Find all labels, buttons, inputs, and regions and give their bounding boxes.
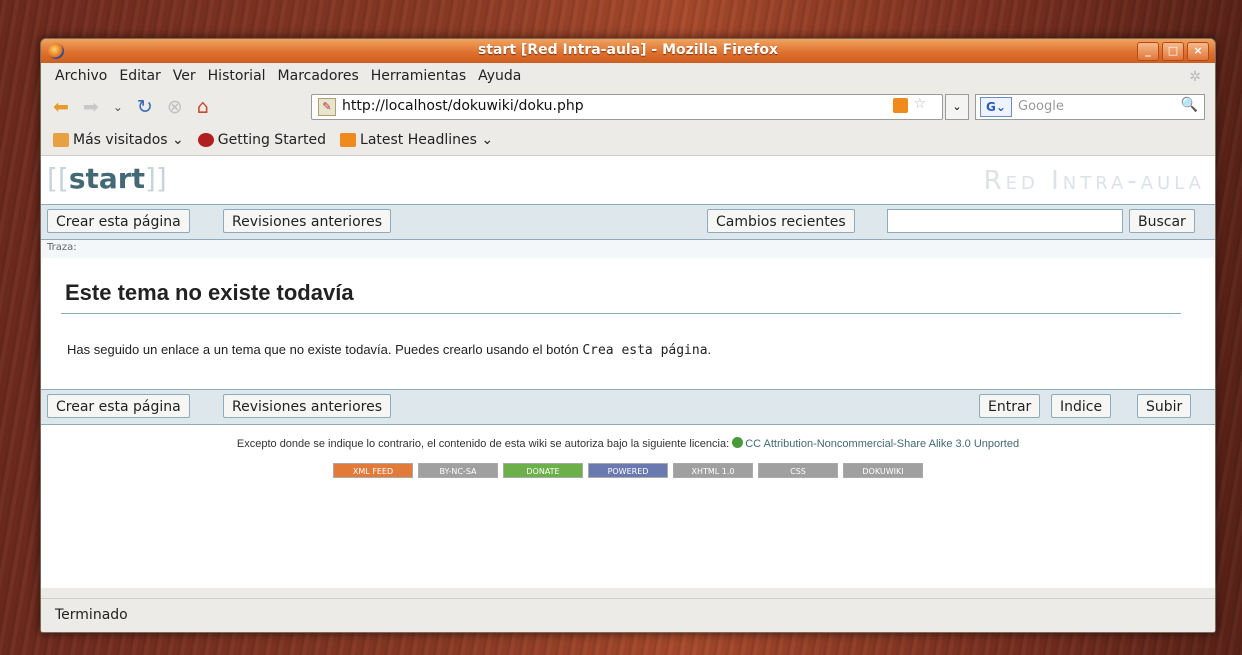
search-engine-selector[interactable]: G⌄ xyxy=(980,97,1012,117)
folder-icon xyxy=(53,133,69,147)
create-page-button-bottom[interactable]: Crear esta página xyxy=(47,394,190,418)
badge-donate[interactable]: DONATE xyxy=(503,463,583,478)
menu-archivo[interactable]: Archivo xyxy=(55,68,107,84)
url-text: http://localhost/dokuwiki/doku.php xyxy=(342,98,584,114)
window-title: start [Red Intra-aula] - Mozilla Firefox xyxy=(477,42,779,58)
home-icon[interactable]: ⌂ xyxy=(197,97,209,117)
menu-historial[interactable]: Historial xyxy=(208,68,266,84)
page-name-link[interactable]: [[start]] xyxy=(47,162,167,195)
create-page-button[interactable]: Crear esta página xyxy=(47,209,190,233)
web-search-box[interactable]: G⌄ Google 🔍 xyxy=(975,94,1205,120)
rss-feed-icon[interactable] xyxy=(893,98,908,113)
badge-cc-license[interactable]: BY-NC-SA xyxy=(418,463,498,478)
bookmark-mas-visitados[interactable]: Más visitados ⌄ xyxy=(53,132,184,148)
heading-divider xyxy=(61,313,1181,314)
title-bar[interactable]: start [Red Intra-aula] - Mozilla Firefox… xyxy=(41,39,1215,63)
top-action-bar: Crear esta página Revisiones anteriores … xyxy=(41,204,1215,240)
menu-bar: Archivo Editar Ver Historial Marcadores … xyxy=(41,63,1215,89)
firefox-window: start [Red Intra-aula] - Mozilla Firefox… xyxy=(40,38,1216,633)
menu-herramientas[interactable]: Herramientas xyxy=(371,68,466,84)
bookmark-getting-started[interactable]: Getting Started xyxy=(197,132,326,148)
cc-license-icon xyxy=(732,437,744,448)
index-button[interactable]: Indice xyxy=(1051,394,1112,418)
url-bar[interactable]: ✎ http://localhost/dokuwiki/doku.php ☆ xyxy=(311,94,943,120)
wiki-search-input[interactable] xyxy=(887,209,1123,233)
page-content: [[start]] Red Intra-aula Crear esta pági… xyxy=(41,156,1215,588)
badge-w3c-css[interactable]: CSS xyxy=(758,463,838,478)
forward-arrow-icon[interactable]: ➡ xyxy=(83,97,99,117)
navigation-toolbar: ⬅ ➡ ⌄ ↻ ⊗ ⌂ ✎ http://localhost/dokuwiki/… xyxy=(41,89,1215,125)
back-to-top-button[interactable]: Subir xyxy=(1137,394,1192,418)
bookmark-latest-headlines[interactable]: Latest Headlines ⌄ xyxy=(340,132,493,148)
old-revisions-button-bottom[interactable]: Revisiones anteriores xyxy=(223,394,391,418)
bottom-action-bar: Crear esta página Revisiones anteriores … xyxy=(41,389,1215,425)
reload-icon[interactable]: ↻ xyxy=(137,97,153,117)
menu-ver[interactable]: Ver xyxy=(173,68,196,84)
stop-icon[interactable]: ⊗ xyxy=(167,97,183,117)
search-button[interactable]: Buscar xyxy=(1129,209,1195,233)
site-favicon-icon: ✎ xyxy=(318,98,336,116)
wiki-header: [[start]] Red Intra-aula xyxy=(41,156,1215,204)
minimize-button[interactable]: _ xyxy=(1137,42,1159,61)
badge-dokuwiki[interactable]: DOKUWIKI xyxy=(843,463,923,478)
close-button[interactable]: × xyxy=(1187,42,1209,61)
history-dropdown-icon[interactable]: ⌄ xyxy=(113,101,123,113)
badge-w3c-xhtml[interactable]: XHTML 1.0 xyxy=(673,463,753,478)
license-link[interactable]: CC Attribution-Noncommercial-Share Alike… xyxy=(745,438,1019,450)
page-body-text: Has seguido un enlace a un tema que no e… xyxy=(67,342,712,358)
bookmark-star-icon[interactable]: ☆ xyxy=(913,96,926,112)
page-title: Este tema no existe todavía xyxy=(65,280,354,305)
old-revisions-button[interactable]: Revisiones anteriores xyxy=(223,209,391,233)
badge-rss-feed[interactable]: XML FEED xyxy=(333,463,413,478)
maximize-button[interactable]: □ xyxy=(1162,42,1184,61)
menu-marcadores[interactable]: Marcadores xyxy=(278,68,359,84)
back-arrow-icon[interactable]: ⬅ xyxy=(53,97,69,117)
status-bar: Terminado xyxy=(41,598,1215,632)
url-dropdown-button[interactable]: ⌄ xyxy=(945,94,969,120)
bookmarks-toolbar: Más visitados ⌄ Getting Started Latest H… xyxy=(41,125,1215,156)
recent-changes-button[interactable]: Cambios recientes xyxy=(707,209,855,233)
login-button[interactable]: Entrar xyxy=(979,394,1041,418)
breadcrumb: Traza: xyxy=(41,240,1215,258)
site-logo[interactable]: Red Intra-aula xyxy=(984,166,1205,196)
firefox-icon xyxy=(197,133,214,147)
menu-editar[interactable]: Editar xyxy=(119,68,160,84)
badge-php-powered[interactable]: POWERED xyxy=(588,463,668,478)
search-icon[interactable]: 🔍 xyxy=(1181,97,1198,113)
rss-icon xyxy=(340,133,357,147)
throbber-icon: ✲ xyxy=(1189,69,1201,85)
inline-code: Crea esta página xyxy=(582,343,708,358)
menu-ayuda[interactable]: Ayuda xyxy=(478,68,521,84)
status-text: Terminado xyxy=(55,607,128,623)
search-placeholder: Google xyxy=(1018,99,1064,114)
license-notice: Excepto donde se indique lo contrario, e… xyxy=(236,437,1020,450)
footer-badges: XML FEED BY-NC-SA DONATE POWERED XHTML 1… xyxy=(41,463,1215,478)
